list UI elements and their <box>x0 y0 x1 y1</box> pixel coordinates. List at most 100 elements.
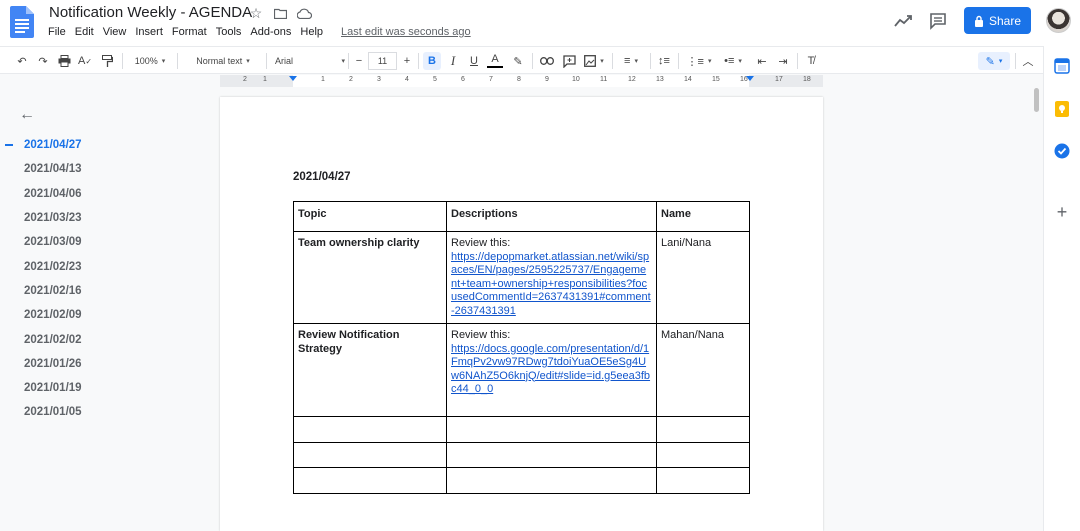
paint-format-icon[interactable] <box>99 52 115 70</box>
italic-button[interactable]: I <box>445 52 461 70</box>
outline-item[interactable]: 2021/04/13 <box>0 157 200 181</box>
outline-item[interactable]: 2021/04/06 <box>0 182 200 206</box>
menu-help[interactable]: Help <box>300 26 323 38</box>
table-cell[interactable]: Team ownership clarity <box>293 231 447 324</box>
table-cell[interactable]: Mahan/Nana <box>656 323 750 417</box>
hide-menus-icon[interactable]: ︿ <box>1020 52 1036 70</box>
table-cell[interactable] <box>446 442 657 468</box>
keep-icon[interactable] <box>1054 101 1070 117</box>
menu-file[interactable]: File <box>48 26 66 38</box>
font-select[interactable]: Arial ▾ <box>275 52 345 70</box>
align-icon[interactable]: ≡ ▾ <box>619 52 643 70</box>
outline-item[interactable]: 2021/01/19 <box>0 376 200 400</box>
star-icon[interactable]: ☆ <box>248 5 264 21</box>
last-edit-link[interactable]: Last edit was seconds ago <box>341 26 471 38</box>
clear-formatting-icon[interactable]: T̸ <box>803 52 819 70</box>
highlight-color-icon[interactable]: ✎ <box>510 52 526 70</box>
undo-icon[interactable]: ↶ <box>14 52 30 70</box>
table-cell[interactable] <box>446 416 657 443</box>
outline-item[interactable]: 2021/02/02 <box>0 327 200 351</box>
outline-item[interactable]: 2021/02/23 <box>0 254 200 278</box>
table-cell[interactable]: Lani/Nana <box>656 231 750 324</box>
outline-item[interactable]: 2021/01/26 <box>0 352 200 376</box>
insert-image-icon[interactable]: ▾ <box>583 52 605 70</box>
description-prefix: Review this: <box>451 237 511 249</box>
share-button[interactable]: Share <box>964 7 1031 34</box>
chevron-down-icon: ▾ <box>161 58 166 65</box>
document-page[interactable]: 2021/04/27 Topic Descriptions Name Team … <box>220 97 823 531</box>
description-link[interactable]: https://docs.google.com/presentation/d/1… <box>451 343 650 396</box>
print-icon[interactable] <box>56 52 72 70</box>
bulleted-list-icon[interactable]: •≡ ▾ <box>720 52 746 70</box>
underline-button[interactable]: U <box>466 52 482 70</box>
chevron-down-icon: ▾ <box>246 58 250 65</box>
move-to-folder-icon[interactable] <box>272 5 288 21</box>
table-row <box>293 442 750 468</box>
text-color-button[interactable]: A <box>487 52 503 68</box>
table-cell[interactable] <box>446 467 657 494</box>
font-size-input[interactable]: 11 <box>368 52 397 70</box>
insert-link-icon[interactable] <box>539 52 555 70</box>
table-header-cell[interactable]: Name <box>656 201 750 232</box>
chevron-down-icon: ▾ <box>600 58 604 65</box>
table-cell[interactable]: Review this: https://depopmarket.atlassi… <box>446 231 657 324</box>
page-heading[interactable]: 2021/04/27 <box>293 171 351 183</box>
table-row: Review Notification Strategy Review this… <box>293 323 750 417</box>
line-spacing-icon[interactable]: ↕≡ <box>656 52 672 70</box>
vertical-scrollbar[interactable] <box>1034 88 1039 112</box>
table-cell[interactable]: Review this: https://docs.google.com/pre… <box>446 323 657 417</box>
outline-item[interactable]: 2021/02/09 <box>0 303 200 327</box>
table-cell[interactable] <box>656 442 750 468</box>
table-row <box>293 416 750 443</box>
table-cell[interactable] <box>293 416 447 443</box>
document-title[interactable]: Notification Weekly - AGENDA <box>49 4 252 21</box>
outline-item[interactable]: 2021/01/05 <box>0 400 200 424</box>
bold-button[interactable]: B <box>423 52 441 70</box>
menu-bar: File Edit View Insert Format Tools Add-o… <box>48 26 480 38</box>
editing-mode-button[interactable]: ✎ ▾ <box>978 52 1010 70</box>
menu-edit[interactable]: Edit <box>75 26 94 38</box>
spellcheck-icon[interactable]: A ✓ <box>77 52 93 70</box>
decrease-font-size-button[interactable]: − <box>352 52 366 70</box>
increase-font-size-button[interactable]: + <box>400 52 414 70</box>
add-addon-icon[interactable]: + <box>1054 202 1070 222</box>
activity-dashboard-icon[interactable] <box>894 12 912 30</box>
menu-add-ons[interactable]: Add-ons <box>250 26 291 38</box>
menu-format[interactable]: Format <box>172 26 207 38</box>
agenda-table[interactable]: Topic Descriptions Name Team ownership c… <box>293 201 750 494</box>
outline-item[interactable]: 2021/02/16 <box>0 279 200 303</box>
table-header-cell[interactable]: Topic <box>293 201 447 232</box>
right-indent-marker[interactable] <box>746 76 754 81</box>
increase-indent-icon[interactable]: ⇥ <box>775 52 791 70</box>
tasks-icon[interactable] <box>1054 143 1070 159</box>
menu-insert[interactable]: Insert <box>135 26 163 38</box>
table-cell[interactable]: Review Notification Strategy <box>293 323 447 417</box>
close-outline-icon[interactable]: ← <box>19 106 35 124</box>
table-cell[interactable] <box>293 442 447 468</box>
redo-icon[interactable]: ↷ <box>35 52 51 70</box>
side-panel: + <box>1043 46 1080 531</box>
table-cell[interactable] <box>656 467 750 494</box>
cloud-saved-icon[interactable] <box>296 5 312 21</box>
avatar[interactable] <box>1046 8 1071 33</box>
zoom-select[interactable]: 100% ▾ <box>130 52 170 70</box>
left-indent-marker[interactable] <box>289 76 297 81</box>
chevron-down-icon: ▾ <box>998 58 1003 65</box>
add-comment-icon[interactable] <box>561 52 577 70</box>
horizontal-ruler[interactable]: 2 1 1 2 3 4 5 6 7 8 9 10 11 12 13 14 15 … <box>220 75 823 87</box>
outline-item[interactable]: 2021/03/23 <box>0 206 200 230</box>
numbered-list-icon[interactable]: ⋮≡ ▾ <box>686 52 712 70</box>
calendar-icon[interactable] <box>1054 58 1070 74</box>
google-docs-icon[interactable] <box>10 6 34 38</box>
table-cell[interactable] <box>293 467 447 494</box>
comment-history-icon[interactable] <box>929 12 947 30</box>
menu-view[interactable]: View <box>103 26 127 38</box>
style-select[interactable]: Normal text ▾ <box>187 52 259 70</box>
table-cell[interactable] <box>656 416 750 443</box>
menu-tools[interactable]: Tools <box>216 26 242 38</box>
description-link[interactable]: https://depopmarket.atlassian.net/wiki/s… <box>451 251 651 317</box>
outline-item[interactable]: 2021/03/09 <box>0 230 200 254</box>
table-header-cell[interactable]: Descriptions <box>446 201 657 232</box>
decrease-indent-icon[interactable]: ⇤ <box>754 52 770 70</box>
outline-item[interactable]: 2021/04/27 <box>0 133 200 157</box>
